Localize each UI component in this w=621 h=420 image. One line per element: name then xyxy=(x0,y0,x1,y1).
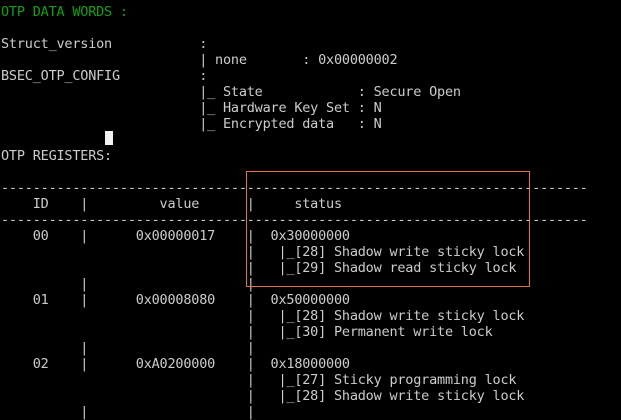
table-row-separator: | | xyxy=(1,276,255,292)
table-row-status-detail: | |_[30] Permanent write lock xyxy=(1,324,493,340)
text-cursor xyxy=(105,131,113,145)
bsec-otp-config-line: BSEC_OTP_CONFIG : xyxy=(1,68,208,84)
table-row-status-detail: | |_[28] Shadow write sticky lock xyxy=(1,388,525,404)
encrypted-data-line: |_ Encrypted data : N xyxy=(1,116,382,132)
table-row-status-detail: | |_[28] Shadow write sticky lock xyxy=(1,308,525,324)
table-row: 01 | 0x00008080 | 0x50000000 xyxy=(1,292,350,308)
otp-data-words-heading: OTP DATA WORDS : xyxy=(1,4,128,20)
state-line: |_ State : Secure Open xyxy=(1,84,461,100)
hardware-key-set-line: |_ Hardware Key Set : N xyxy=(1,100,382,116)
struct-version-value-line: | none : 0x00000002 xyxy=(1,52,398,68)
table-row-separator: | | xyxy=(1,404,255,420)
table-row-status-detail: | |_[27] Sticky programming lock xyxy=(1,372,517,388)
table-row: 02 | 0xA0200000 | 0x18000000 xyxy=(1,356,350,372)
otp-registers-heading: OTP REGISTERS: xyxy=(1,148,112,164)
status-highlight-box xyxy=(246,171,530,287)
struct-version-line: Struct_version : xyxy=(1,36,208,52)
table-row-separator: | | xyxy=(1,340,255,356)
